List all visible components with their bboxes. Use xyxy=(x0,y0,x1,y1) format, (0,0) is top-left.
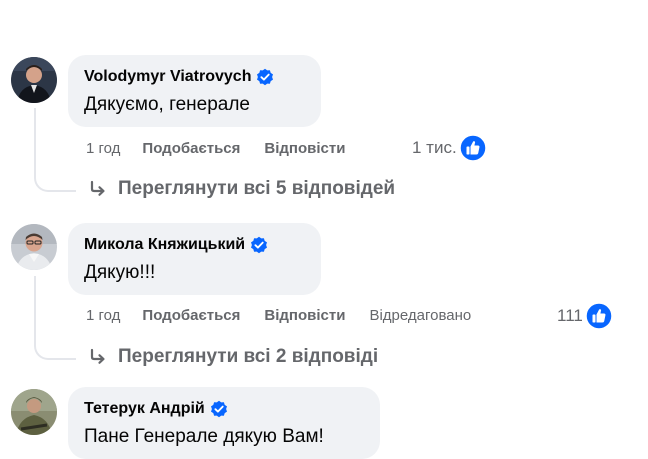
view-replies-link[interactable]: Переглянути всі 2 відповіді xyxy=(88,346,378,368)
like-button[interactable]: Подобається xyxy=(142,307,240,324)
thread-curve xyxy=(34,340,76,360)
thread-curve xyxy=(34,172,76,192)
comment-bubble: Тетерук Андрій Пане Генерале дякую Вам! xyxy=(68,387,380,459)
comment-actions: 1 год Подобається Відповісти Відредагова… xyxy=(86,303,501,327)
verified-badge-icon xyxy=(257,68,274,86)
view-replies-link[interactable]: Переглянути всі 5 відповідей xyxy=(88,178,395,200)
edited-label: Відредаговано xyxy=(369,306,472,324)
reaction-count[interactable]: 111 xyxy=(557,302,613,330)
reply-button[interactable]: Відповісти xyxy=(264,140,345,157)
thread-line xyxy=(34,276,36,342)
comment-author[interactable]: Микола Княжицький xyxy=(84,235,305,255)
comment-author[interactable]: Volodymyr Viatrovych xyxy=(84,67,305,87)
reaction-count[interactable]: 1 тис. xyxy=(412,134,487,162)
reply-arrow-icon xyxy=(90,180,105,196)
comment-text: Дякую!!! xyxy=(84,262,156,283)
author-name[interactable]: Тетерук Андрій xyxy=(84,399,205,419)
comment-actions: 1 год Подобається Відповісти xyxy=(86,136,369,160)
thread-line xyxy=(34,108,36,174)
comment-bubble: Volodymyr Viatrovych Дякуємо, генерале xyxy=(68,55,321,127)
comment-time[interactable]: 1 год xyxy=(86,140,120,157)
comment-time[interactable]: 1 год xyxy=(86,307,120,324)
comment-author[interactable]: Тетерук Андрій xyxy=(84,399,364,419)
comment-text: Дякуємо, генерале xyxy=(84,94,250,115)
avatar-volodymyr-viatrovych[interactable] xyxy=(11,57,57,103)
comment-bubble: Микола Княжицький Дякую!!! xyxy=(68,223,321,295)
author-name[interactable]: Volodymyr Viatrovych xyxy=(84,67,251,87)
reply-button[interactable]: Відповісти xyxy=(264,307,345,324)
view-replies-label: Переглянути всі 5 відповідей xyxy=(118,178,396,199)
avatar-mykola-kniazhytskyi[interactable] xyxy=(11,224,57,270)
reaction-count-value: 111 xyxy=(557,306,583,325)
author-name[interactable]: Микола Княжицький xyxy=(84,235,245,255)
like-thumb-icon xyxy=(585,302,613,330)
comment-text: Пане Генерале дякую Вам! xyxy=(84,426,324,447)
like-thumb-icon xyxy=(458,134,487,162)
view-replies-label: Переглянути всі 2 відповіді xyxy=(118,346,379,367)
reaction-count-value: 1 тис. xyxy=(412,138,457,157)
like-button[interactable]: Подобається xyxy=(142,140,240,157)
verified-badge-icon xyxy=(210,400,227,418)
verified-badge-icon xyxy=(251,236,268,254)
avatar-teteruk-andrii[interactable] xyxy=(11,389,57,435)
reply-arrow-icon xyxy=(90,348,105,364)
